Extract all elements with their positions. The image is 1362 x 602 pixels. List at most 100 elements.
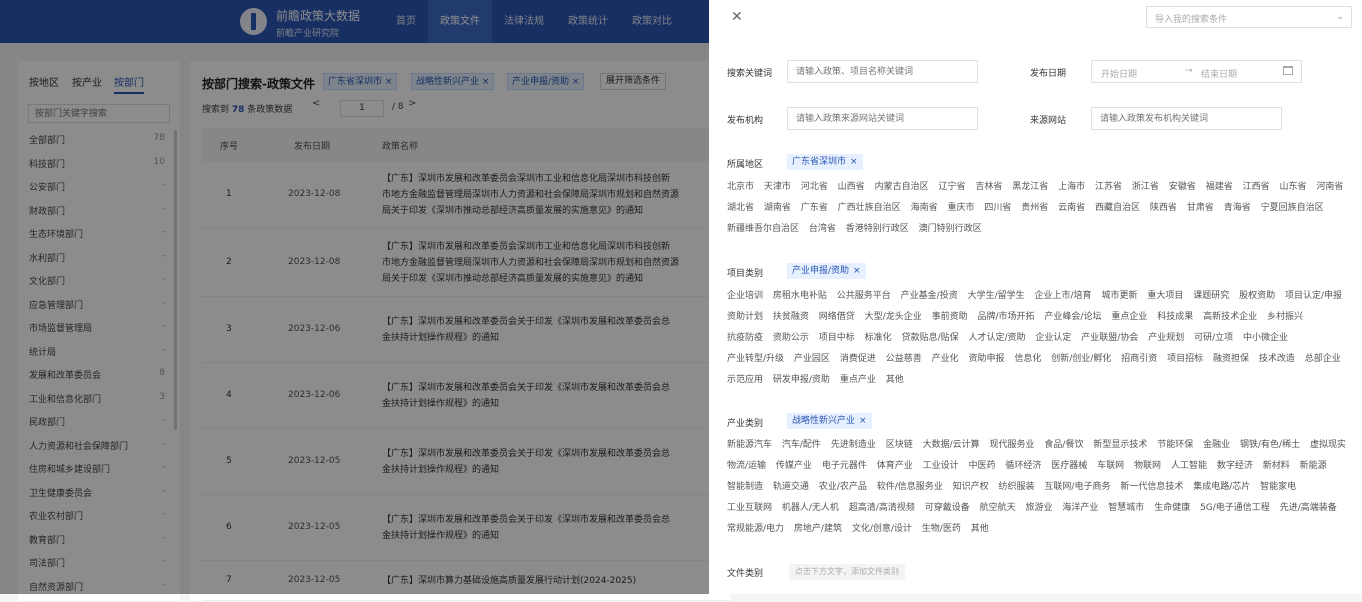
industry-option[interactable]: 大数据/云计算 bbox=[923, 440, 980, 450]
region-option[interactable]: 西藏自治区 bbox=[1095, 203, 1140, 213]
industry-option[interactable]: 钢铁/有色/稀土 bbox=[1240, 440, 1300, 450]
project-option[interactable]: 产业基金/投资 bbox=[901, 291, 958, 301]
region-option[interactable]: 辽宁省 bbox=[938, 182, 965, 192]
project-option[interactable]: 项目认定/申报 bbox=[1285, 291, 1342, 301]
industry-option[interactable]: 物流/运输 bbox=[727, 461, 766, 471]
region-option[interactable]: 湖南省 bbox=[764, 203, 791, 213]
date-start[interactable]: 开始日期 bbox=[1101, 67, 1137, 80]
project-option[interactable]: 资助计划 bbox=[727, 312, 763, 322]
industry-option[interactable]: 节能环保 bbox=[1157, 440, 1193, 450]
project-option[interactable]: 项目招标 bbox=[1167, 354, 1203, 364]
industry-option[interactable]: 5G/电子通信工程 bbox=[1200, 503, 1270, 513]
region-option[interactable]: 重庆市 bbox=[947, 203, 974, 213]
industry-option[interactable]: 物联网 bbox=[1134, 461, 1161, 471]
industry-option[interactable]: 房地产/建筑 bbox=[794, 524, 842, 534]
industry-option[interactable]: 新材料 bbox=[1263, 461, 1290, 471]
region-option[interactable]: 上海市 bbox=[1058, 182, 1085, 192]
industry-option[interactable]: 新能源 bbox=[1300, 461, 1327, 471]
region-option[interactable]: 浙江省 bbox=[1132, 182, 1159, 192]
project-option[interactable]: 公益慈善 bbox=[886, 354, 922, 364]
region-option[interactable]: 宁夏回族自治区 bbox=[1261, 203, 1324, 213]
project-option[interactable]: 房租水电补贴 bbox=[773, 291, 827, 301]
project-option[interactable]: 产业化 bbox=[932, 354, 959, 364]
project-option[interactable]: 大型/龙头企业 bbox=[865, 312, 922, 322]
project-option[interactable]: 创新/创业/孵化 bbox=[1051, 354, 1111, 364]
close-icon[interactable]: × bbox=[850, 157, 858, 167]
industry-option[interactable]: 海洋产业 bbox=[1062, 503, 1098, 513]
region-option[interactable]: 贵州省 bbox=[1021, 203, 1048, 213]
industry-option[interactable]: 集成电路/芯片 bbox=[1193, 482, 1250, 492]
project-option[interactable]: 产业联盟/协会 bbox=[1081, 333, 1138, 343]
industry-option[interactable]: 超高清/高清视频 bbox=[849, 503, 915, 513]
project-option[interactable]: 其他 bbox=[886, 375, 904, 385]
industry-option[interactable]: 文化/创意/设计 bbox=[852, 524, 912, 534]
selected-region-tag[interactable]: 广东省深圳市 × bbox=[787, 154, 863, 170]
region-option[interactable]: 山东省 bbox=[1279, 182, 1306, 192]
region-option[interactable]: 吉林省 bbox=[975, 182, 1002, 192]
region-option[interactable]: 青海省 bbox=[1224, 203, 1251, 213]
industry-option[interactable]: 生物/医药 bbox=[922, 524, 961, 534]
industry-option[interactable]: 先进/高端装备 bbox=[1280, 503, 1337, 513]
project-option[interactable]: 城市更新 bbox=[1101, 291, 1137, 301]
industry-option[interactable]: 常规能源/电力 bbox=[727, 524, 784, 534]
date-range-picker[interactable]: 开始日期 → 结束日期 bbox=[1091, 60, 1302, 83]
project-option[interactable]: 高新技术企业 bbox=[1203, 312, 1257, 322]
project-option[interactable]: 融资担保 bbox=[1213, 354, 1249, 364]
region-option[interactable]: 新疆维吾尔自治区 bbox=[727, 224, 799, 234]
selected-industry-tag[interactable]: 战略性新兴产业 × bbox=[787, 413, 872, 429]
industry-option[interactable]: 中医药 bbox=[968, 461, 995, 471]
industry-option[interactable]: 航空航天 bbox=[980, 503, 1016, 513]
project-option[interactable]: 重点产业 bbox=[840, 375, 876, 385]
project-option[interactable]: 大学生/留学生 bbox=[968, 291, 1025, 301]
close-icon[interactable]: × bbox=[853, 266, 861, 276]
region-option[interactable]: 天津市 bbox=[764, 182, 791, 192]
industry-option[interactable]: 区块链 bbox=[886, 440, 913, 450]
region-option[interactable]: 安徽省 bbox=[1169, 182, 1196, 192]
industry-option[interactable]: 纺织服装 bbox=[999, 482, 1035, 492]
close-icon[interactable]: × bbox=[859, 416, 867, 426]
region-option[interactable]: 河北省 bbox=[801, 182, 828, 192]
region-option[interactable]: 河南省 bbox=[1316, 182, 1343, 192]
region-option[interactable]: 甘肃省 bbox=[1187, 203, 1214, 213]
project-option[interactable]: 招商引资 bbox=[1121, 354, 1157, 364]
project-option[interactable]: 可研/立项 bbox=[1194, 333, 1233, 343]
project-option[interactable]: 产业规划 bbox=[1148, 333, 1184, 343]
region-option[interactable]: 黑龙江省 bbox=[1012, 182, 1048, 192]
industry-option[interactable]: 新一代信息技术 bbox=[1120, 482, 1183, 492]
industry-option[interactable]: 金融业 bbox=[1203, 440, 1230, 450]
industry-option[interactable]: 食品/餐饮 bbox=[1044, 440, 1083, 450]
industry-option[interactable]: 现代服务业 bbox=[990, 440, 1035, 450]
region-option[interactable]: 香港特别行政区 bbox=[846, 224, 909, 234]
region-option[interactable]: 江苏省 bbox=[1095, 182, 1122, 192]
industry-option[interactable]: 互联网/电子商务 bbox=[1044, 482, 1110, 492]
region-option[interactable]: 云南省 bbox=[1058, 203, 1085, 213]
modal-overlay[interactable] bbox=[0, 0, 709, 594]
region-option[interactable]: 澳门特别行政区 bbox=[919, 224, 982, 234]
industry-option[interactable]: 车联网 bbox=[1097, 461, 1124, 471]
project-option[interactable]: 产业园区 bbox=[794, 354, 830, 364]
project-option[interactable]: 贷款贴息/贴保 bbox=[902, 333, 959, 343]
industry-option[interactable]: 其他 bbox=[971, 524, 989, 534]
region-option[interactable]: 江西省 bbox=[1243, 182, 1270, 192]
region-option[interactable]: 广西壮族自治区 bbox=[838, 203, 901, 213]
industry-option[interactable]: 知识产权 bbox=[953, 482, 989, 492]
keyword-input[interactable] bbox=[787, 60, 978, 83]
close-icon[interactable]: ✕ bbox=[731, 9, 743, 25]
industry-option[interactable]: 虚拟现实 bbox=[1310, 440, 1346, 450]
industry-option[interactable]: 智能制造 bbox=[727, 482, 763, 492]
industry-option[interactable]: 新型显示技术 bbox=[1093, 440, 1147, 450]
org-input[interactable] bbox=[787, 107, 978, 130]
industry-option[interactable]: 新能源汽车 bbox=[727, 440, 772, 450]
project-option[interactable]: 网络借贷 bbox=[819, 312, 855, 322]
project-option[interactable]: 股权资助 bbox=[1239, 291, 1275, 301]
project-option[interactable]: 项目中标 bbox=[819, 333, 855, 343]
project-option[interactable]: 资助公示 bbox=[773, 333, 809, 343]
industry-option[interactable]: 轨道交通 bbox=[773, 482, 809, 492]
industry-option[interactable]: 农业/农产品 bbox=[819, 482, 867, 492]
region-option[interactable]: 海南省 bbox=[911, 203, 938, 213]
project-option[interactable]: 乡村振兴 bbox=[1267, 312, 1303, 322]
project-option[interactable]: 示范应用 bbox=[727, 375, 763, 385]
industry-option[interactable]: 生命健康 bbox=[1154, 503, 1190, 513]
project-option[interactable]: 研发申报/资助 bbox=[773, 375, 830, 385]
region-option[interactable]: 台湾省 bbox=[809, 224, 836, 234]
